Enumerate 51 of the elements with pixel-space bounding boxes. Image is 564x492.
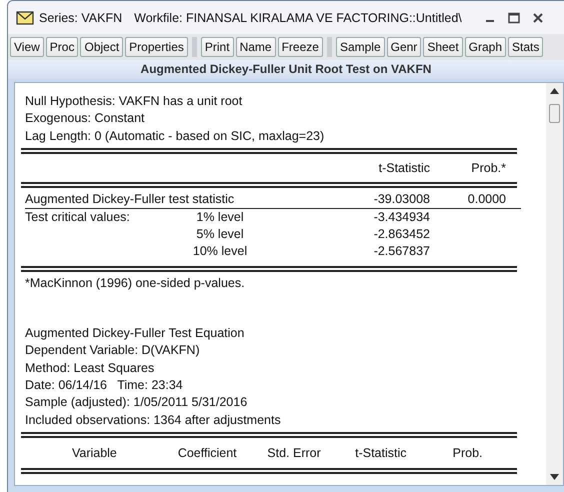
output-line: Included observations: 1364 after adjustments: [25, 412, 282, 429]
workfile-name: Workfile: FINANSAL KIRALAMA VE FACTORING::Untitled\: [134, 10, 462, 24]
column-header: Prob.*: [470, 160, 506, 177]
output-line: Dependent Variable: D(VAKFN): [25, 342, 201, 360]
maximize-icon[interactable]: [508, 12, 520, 24]
footnote: *MacKinnon (1996) one-sided p-values.: [25, 274, 246, 292]
row-label: Test critical values:: [25, 210, 130, 224]
column-header: Variable: [70, 444, 118, 462]
toolbar-button[interactable]: Sheet: [423, 37, 463, 57]
toolbar-button[interactable]: Freeze: [278, 37, 323, 57]
toolbar-button[interactable]: Proc: [46, 37, 78, 57]
toolbar-separator: [192, 37, 197, 57]
column-header: t-Statistic: [354, 444, 408, 462]
toolbar-button[interactable]: Stats: [508, 37, 544, 57]
row-label: Augmented Dickey-Fuller test statistic: [25, 192, 234, 206]
column-header: Coefficient: [176, 444, 238, 462]
toolbar-button[interactable]: Print: [200, 37, 234, 57]
envelope-icon: [16, 10, 34, 24]
output-line: Method: Least Squares: [25, 360, 156, 377]
toolbar-button[interactable]: Properties: [125, 37, 188, 57]
column-header: Std. Error: [266, 444, 322, 462]
toolbar-button[interactable]: View: [10, 37, 44, 57]
close-icon[interactable]: [532, 12, 544, 24]
level-label: 1% level: [196, 210, 244, 224]
toolbar-button[interactable]: Sample: [336, 37, 385, 57]
column-header: Prob.: [452, 444, 484, 462]
t-statistic-value: -39.03008: [374, 192, 430, 206]
output-line: Date: 06/14/16 Time: 23:34: [25, 377, 184, 394]
level-label: 10% level: [192, 244, 248, 258]
toolbar-separator: [326, 37, 332, 57]
t-statistic-value: -2.567837: [374, 244, 430, 258]
column-header: t-Statistic: [378, 160, 430, 177]
scroll-up-icon[interactable]: [550, 88, 559, 94]
toolbar-button[interactable]: Name: [236, 37, 276, 57]
window-title: Series: VAKFN: [39, 10, 122, 24]
toolbar-button[interactable]: Graph: [464, 37, 506, 57]
level-label: 5% level: [196, 226, 244, 241]
scrollbar-thumb[interactable]: [549, 104, 560, 123]
scroll-down-icon[interactable]: [550, 474, 559, 480]
output-line: Sample (adjusted): 1/05/2011 5/31/2016: [25, 394, 248, 412]
output-line: Augmented Dickey-Fuller Test Equation: [25, 325, 246, 342]
output-line: Exogenous: Constant: [25, 110, 146, 128]
toolbar-button[interactable]: Object: [80, 37, 124, 57]
t-statistic-value: -2.863452: [374, 226, 430, 241]
output-title: Augmented Dickey-Fuller Unit Root Test on VAKFN: [8, 60, 564, 79]
output-line: Null Hypothesis: VAKFN has a unit root: [25, 93, 244, 110]
probability-value: 0.0000: [468, 192, 506, 206]
toolbar-button[interactable]: Genr: [386, 37, 422, 57]
output-line: Lag Length: 0 (Automatic - based on SIC, maxlag=23): [25, 128, 326, 145]
t-statistic-value: -3.434934: [374, 210, 430, 224]
vertical-scrollbar[interactable]: [546, 83, 563, 485]
